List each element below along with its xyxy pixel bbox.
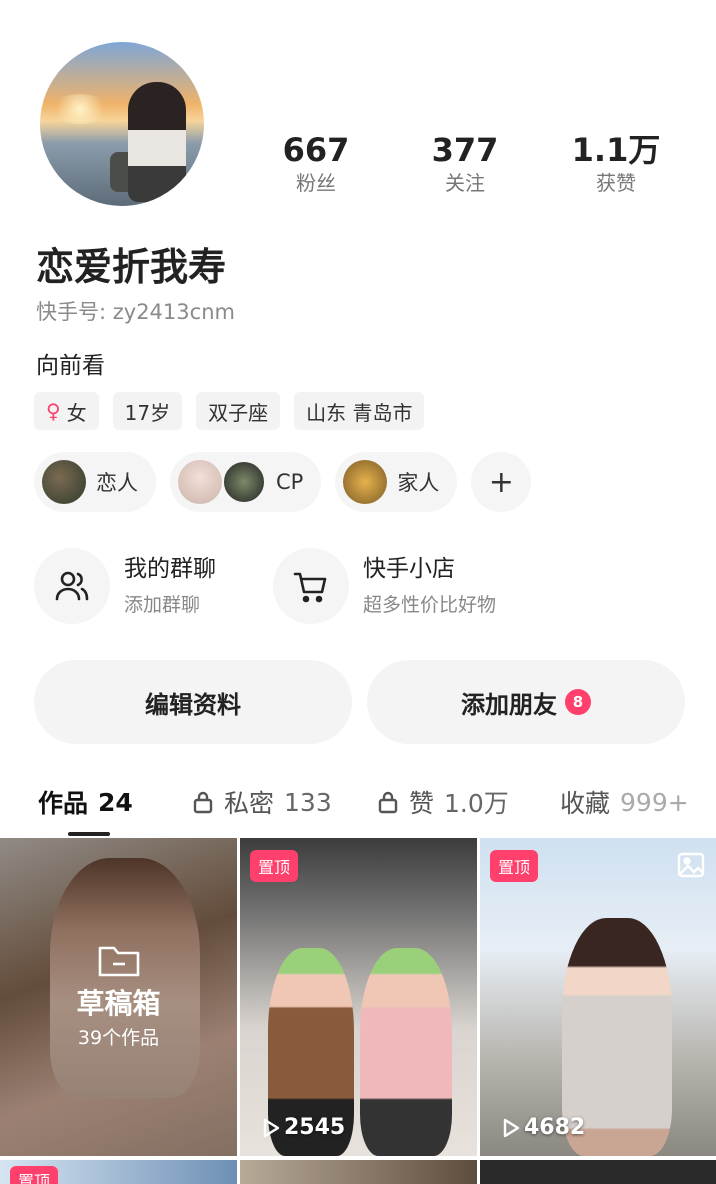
video-1-plays: 2545 <box>262 1115 345 1140</box>
lock-icon <box>378 791 398 814</box>
active-tab-indicator <box>68 832 110 836</box>
add-friend-badge: 8 <box>565 689 591 715</box>
video-tile-2[interactable]: 置顶 4682 <box>480 838 716 1156</box>
relations-row: 恋人 CP 家人 + <box>34 452 532 512</box>
tab-works[interactable]: 作品 24 <box>38 782 133 822</box>
tab-works-count: 24 <box>98 787 133 817</box>
play-icon <box>503 1118 520 1137</box>
family-chip[interactable]: 家人 <box>335 452 458 512</box>
group-chat-entry[interactable]: 我的群聊 添加群聊 <box>34 548 216 624</box>
tab-liked[interactable]: 赞 1.0万 <box>377 782 509 822</box>
edit-profile-button[interactable]: 编辑资料 <box>34 660 352 744</box>
profile-avatar[interactable] <box>40 42 204 206</box>
pinned-badge: 置顶 <box>10 1166 59 1184</box>
tab-liked-label: 赞 <box>409 789 435 818</box>
stat-following[interactable]: 377 关注 <box>405 130 525 196</box>
cp-avatar-2 <box>222 460 266 504</box>
tab-liked-count: 1.0万 <box>444 789 509 818</box>
video-tile-row2-2[interactable] <box>240 1160 477 1184</box>
age-tag: 17岁 <box>112 392 183 430</box>
cp-avatar-1 <box>178 460 222 504</box>
kuaishou-id[interactable]: 快手号: zy2413cnm <box>36 296 235 326</box>
stat-followers[interactable]: 667 粉丝 <box>256 130 376 196</box>
cp-chip[interactable]: CP <box>170 452 322 512</box>
pinned-badge: 置顶 <box>250 850 299 882</box>
content-tabs: 作品 24 私密 133 赞 1.0万 收藏 999+ <box>0 782 716 836</box>
shop-entry[interactable]: 快手小店 超多性价比好物 <box>273 548 496 624</box>
pinned-badge: 置顶 <box>490 850 539 882</box>
works-grid: 草稿箱 39个作品 置顶 2545 置顶 4682 置顶 <box>0 838 716 1184</box>
shop-title: 快手小店 <box>363 556 455 582</box>
tab-private-count: 133 <box>284 787 332 817</box>
tab-works-label: 作品 <box>38 789 89 818</box>
tab-favorites-count: 999+ <box>620 787 689 817</box>
following-count: 377 <box>431 131 499 169</box>
play-icon <box>263 1118 280 1137</box>
cart-icon <box>273 548 349 624</box>
video-2-plays: 4682 <box>502 1115 585 1140</box>
following-label: 关注 <box>445 171 485 195</box>
video-tile-row2-1[interactable]: 置顶 <box>0 1160 237 1184</box>
cp-label: CP <box>276 470 304 494</box>
shop-subtitle: 超多性价比好物 <box>363 594 497 616</box>
lover-label: 恋人 <box>96 471 138 495</box>
gender-label: 女 <box>66 400 87 425</box>
add-friend-label: 添加朋友 <box>461 690 557 719</box>
video-tile-row2-3[interactable] <box>480 1160 716 1184</box>
group-subtitle: 添加群聊 <box>124 594 201 616</box>
followers-count: 667 <box>282 131 350 169</box>
drafts-title: 草稿箱 <box>76 987 161 1020</box>
bio: 向前看 <box>36 353 105 379</box>
followers-label: 粉丝 <box>296 171 336 195</box>
female-icon: ♀ <box>46 399 61 423</box>
group-icon <box>34 548 110 624</box>
add-friend-button[interactable]: 添加朋友 8 <box>367 660 685 744</box>
stat-likes[interactable]: 1.1万 获赞 <box>556 130 676 196</box>
nickname: 恋爱折我寿 <box>36 245 227 289</box>
likes-count: 1.1万 <box>571 131 661 169</box>
lover-chip[interactable]: 恋人 <box>34 452 156 512</box>
zodiac-tag: 双子座 <box>196 392 281 430</box>
lover-avatar <box>42 460 86 504</box>
folder-icon <box>98 946 139 977</box>
family-avatar <box>343 460 388 504</box>
drafts-count: 39个作品 <box>77 1027 160 1049</box>
group-title: 我的群聊 <box>124 556 216 582</box>
tab-private-label: 私密 <box>224 789 275 818</box>
add-relation-button[interactable]: + <box>471 452 532 512</box>
gender-tag: ♀ 女 <box>34 392 99 430</box>
tab-favorites-label: 收藏 <box>560 789 611 818</box>
image-post-icon <box>677 852 705 878</box>
tab-private[interactable]: 私密 133 <box>192 782 332 822</box>
location-tag: 山东 青岛市 <box>294 392 425 430</box>
drafts-tile[interactable]: 草稿箱 39个作品 <box>0 838 237 1156</box>
video-1-play-count: 2545 <box>284 1115 346 1140</box>
lock-icon <box>193 791 213 814</box>
drafts-overlay: 草稿箱 39个作品 <box>0 838 237 1156</box>
video-2-play-count: 4682 <box>524 1115 586 1140</box>
edit-profile-label: 编辑资料 <box>145 690 241 719</box>
tab-favorites[interactable]: 收藏 999+ <box>560 782 689 822</box>
family-label: 家人 <box>397 471 440 495</box>
profile-tags: ♀ 女 17岁 双子座 山东 青岛市 <box>34 392 425 430</box>
video-tile-1[interactable]: 置顶 2545 <box>240 838 477 1156</box>
plus-icon: + <box>488 464 514 500</box>
likes-label: 获赞 <box>596 171 636 195</box>
